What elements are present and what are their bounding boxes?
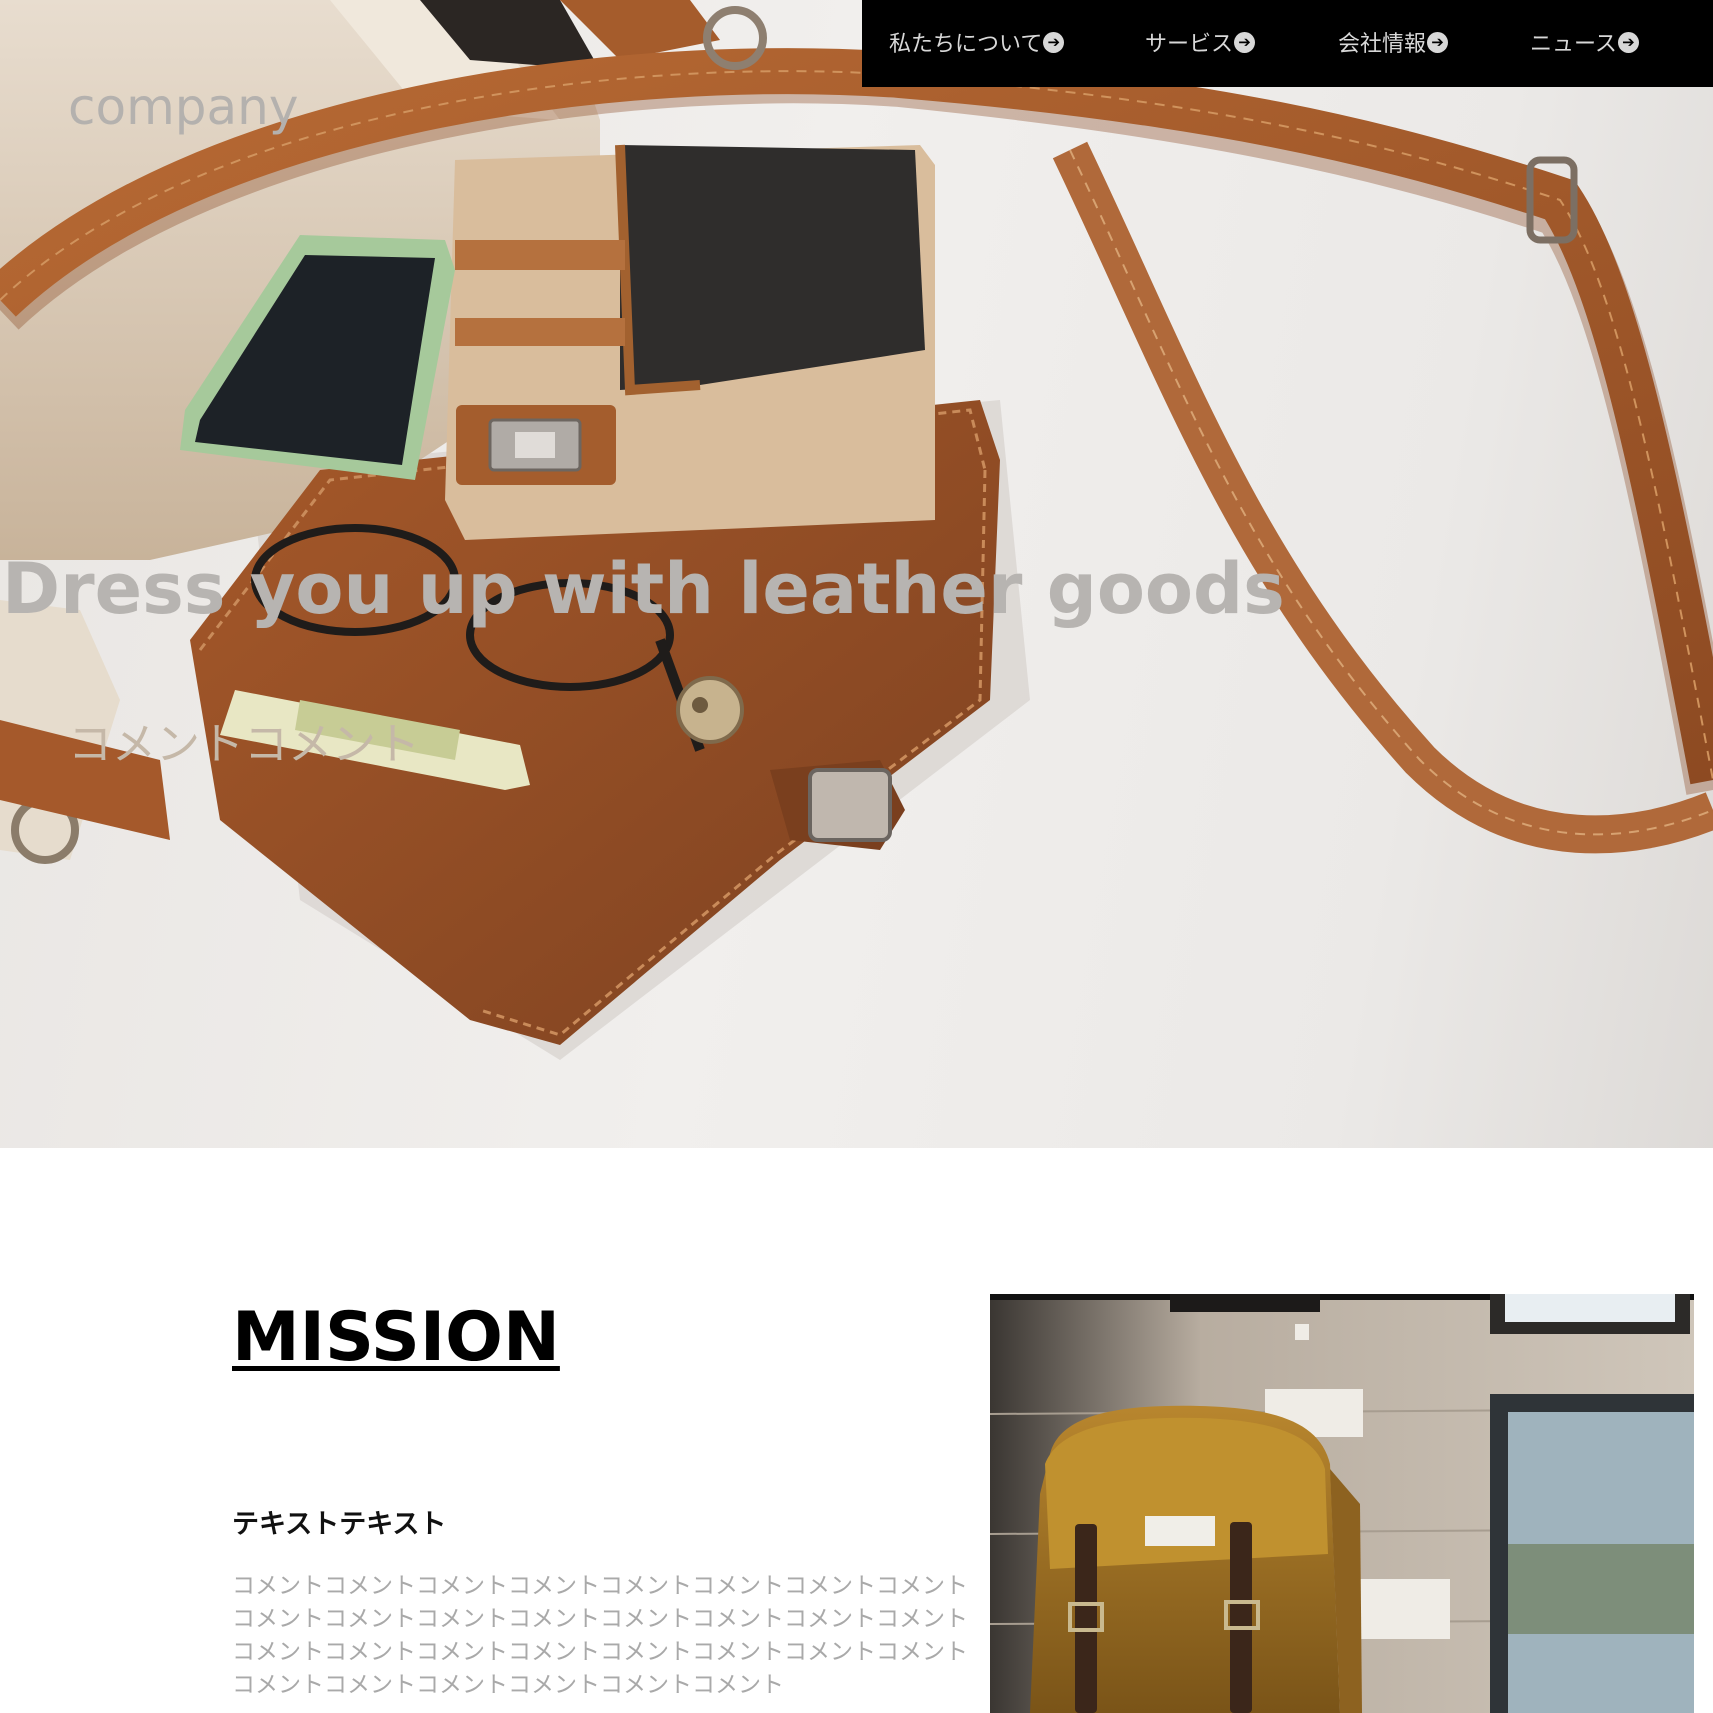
mission-body-line: コメントコメントコメントコメントコメントコメントコメントコメント [232,1573,968,1599]
mission-body: コメントコメントコメントコメントコメントコメントコメントコメント コメントコメン… [232,1570,968,1702]
nav-item-label: 私たちについて [889,32,1043,57]
nav-item-label: ニュース [1530,32,1617,57]
nav-item-about[interactable]: 私たちについて ➔ [889,27,1065,57]
nav-item-news[interactable]: ニュース ➔ [1530,27,1639,57]
backpack-photo-image [990,1294,1694,1713]
mission-body-line: コメントコメントコメントコメントコメントコメントコメントコメント [232,1606,968,1632]
arrow-circle-right-icon: ➔ [1234,31,1256,53]
arrow-circle-right-icon: ➔ [1427,31,1449,53]
mission-subtitle: テキストテキスト [232,1509,447,1540]
hero-banner: company Dress you up with leather goods … [0,0,1713,1148]
nav-item-services[interactable]: サービス ➔ [1145,27,1256,57]
nav-item-company-info[interactable]: 会社情報 ➔ [1338,27,1449,57]
nav-item-label: 会社情報 [1338,32,1427,57]
mission-body-line: コメントコメントコメントコメントコメントコメントコメントコメント [232,1639,968,1665]
company-logo[interactable]: company [68,78,298,136]
nav-item-label: サービス [1145,32,1234,57]
mission-body-line: コメントコメントコメントコメントコメントコメント [232,1672,784,1698]
hero-headline: Dress you up with leather goods [2,548,1285,630]
arrow-circle-right-icon: ➔ [1617,31,1639,53]
mission-backpack-photo [990,1294,1694,1713]
arrow-circle-right-icon: ➔ [1043,31,1065,53]
hero-comment: コメントコメント [68,719,420,770]
main-navigation: 私たちについて ➔ サービス ➔ 会社情報 ➔ ニュース ➔ [862,0,1713,87]
mission-title: MISSION [232,1298,560,1377]
